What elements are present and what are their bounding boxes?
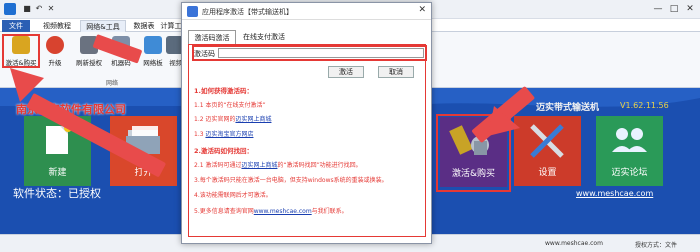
close-x-icon[interactable]: ✕ (46, 4, 56, 14)
tab-video-tutorial[interactable]: 视频教程 (38, 20, 76, 32)
instruction-line: 5.更多信息请查询官网www.meshcae.com与我们联系。 (194, 206, 348, 215)
save-icon[interactable]: ■ (22, 4, 32, 14)
instruction-link[interactable]: www.meshcae.com (254, 208, 312, 215)
product-name: 迈实带式输送机 (536, 103, 600, 113)
highlight-box (2, 34, 40, 68)
tile-settings[interactable]: 设置 (514, 116, 581, 186)
instruction-text: 与我们联系。 (311, 208, 348, 215)
upgrade-icon (46, 36, 64, 54)
instruction-link[interactable]: 迈实淘宝官方网店 (205, 131, 253, 138)
instruction-text: 1.2 迈实官网的 (194, 116, 236, 123)
arrowhead-icon (488, 106, 520, 136)
license-mode: 授权方式：文件 (635, 242, 678, 249)
instruction-line: 1.3 迈实淘宝官方网店 (194, 129, 253, 138)
app-icon (187, 6, 198, 17)
instruction-text: 1.3 (194, 131, 206, 138)
instruction-text: 5.更多信息请查询官网 (194, 208, 254, 215)
close-button[interactable]: ✕ (684, 3, 696, 15)
website-link[interactable]: www.meshcae.com (576, 189, 653, 198)
main-window: ■ ↶ ✕ — □ ✕ 文件 视频教程 网络&工具 数据表 计算工 激活&购买 … (0, 0, 700, 252)
instruction-line: 1.2 迈实官网的迈实网上商城 (194, 114, 271, 123)
dialog-title: 应用程序激活【带式输送机】 (202, 8, 293, 16)
arrowhead-icon (10, 68, 44, 102)
instruction-line: 2.1 激活码可通过迈实网上商城的“激活码找回”功能进行找回。 (194, 160, 362, 169)
tile-label: 新建 (48, 168, 67, 178)
instruction-line: 2.激活码如何找回： (194, 147, 253, 155)
instruction-link[interactable]: 迈实网上商城 (235, 116, 271, 123)
undo-icon[interactable]: ↶ (34, 4, 44, 14)
instruction-text: 的“激活码找回”功能进行找回。 (277, 162, 362, 169)
tab-online-payment[interactable]: 在线支付激活 (238, 30, 290, 44)
instruction-line: 3.每个激活码只能在激活一台电脑，但支持windows系统的重装或换装。 (194, 177, 388, 184)
ribbon-group-label: 网络 (106, 80, 119, 87)
instruction-text: 2.1 激活码可通过 (194, 162, 242, 169)
app-icon (4, 3, 16, 15)
highlight-box (192, 45, 427, 61)
video-icon (166, 36, 182, 54)
instruction-line: 1.如何获得激活码： (194, 87, 253, 95)
dialog-title-bar: 应用程序激活【带式输送机】 ✕ (182, 3, 431, 20)
instruction-line: 4.该功能需联网后才可激活。 (194, 192, 272, 199)
instruction-link[interactable]: 迈实网上商城 (241, 162, 277, 169)
minimize-button[interactable]: — (652, 3, 664, 15)
tab-network-tools[interactable]: 网络&工具 (80, 20, 126, 32)
network-icon (144, 36, 162, 54)
tab-file[interactable]: 文件 (2, 20, 30, 32)
maximize-button[interactable]: □ (668, 3, 680, 15)
tab-code-activation[interactable]: 激活码激活 (188, 30, 236, 44)
instruction-line: 1.1 本页的“在线支付激活” (194, 102, 266, 109)
ribbon-video-button[interactable]: 视频教 (166, 36, 182, 76)
version-label: V1.62.11.56 (620, 101, 669, 110)
cancel-button[interactable]: 取消 (378, 66, 414, 78)
ribbon-label: 升级 (48, 59, 62, 67)
tile-label: 设置 (538, 168, 557, 178)
close-icon[interactable]: ✕ (418, 5, 426, 15)
tab-calculation[interactable]: 计算工 (160, 20, 182, 32)
tab-data-table[interactable]: 数据表 (130, 20, 158, 32)
activate-button[interactable]: 激活 (328, 66, 364, 78)
ribbon-label: 视频教 (169, 59, 182, 67)
ribbon-network-button[interactable]: 网络板 (138, 36, 168, 76)
tile-label: 迈实论坛 (611, 168, 648, 178)
license-status: 软件状态：已授权 (13, 187, 101, 200)
tile-forum[interactable]: 迈实论坛 (596, 116, 663, 186)
status-website[interactable]: www.meshcae.com (545, 240, 603, 247)
